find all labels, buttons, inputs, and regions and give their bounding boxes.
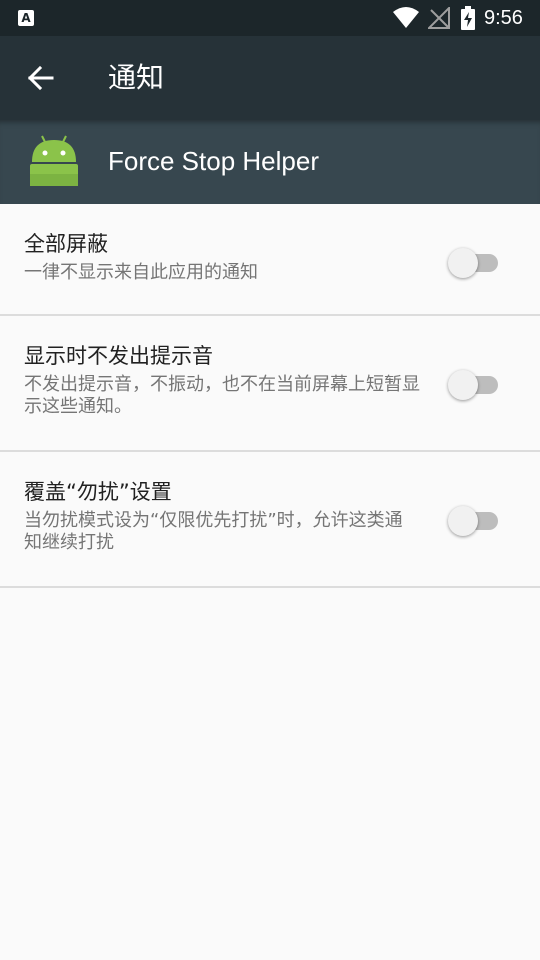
block-all-toggle[interactable] (448, 246, 502, 278)
status-bar: A 9:56 (0, 0, 540, 36)
setting-text: 显示时不发出提示音 不发出提示音，不振动，也不在当前屏幕上短暂显示这些通知。 (24, 342, 420, 418)
setting-title: 显示时不发出提示音 (24, 344, 213, 368)
status-time: 9:56 (484, 7, 523, 29)
toggle-thumb (448, 370, 478, 400)
toolbar: 通知 (0, 36, 540, 120)
setting-summary: 当勿扰模式设为“仅限优先打扰”时，允许这类通知继续打扰 (24, 510, 403, 553)
setting-block-all[interactable]: 全部屏蔽 一律不显示来自此应用的通知 (0, 204, 540, 316)
page-title: 通知 (108, 61, 165, 94)
setting-text: 覆盖“勿扰”设置 当勿扰模式设为“仅限优先打扰”时，允许这类通知继续打扰 (24, 478, 420, 554)
override-dnd-toggle[interactable] (448, 504, 502, 536)
setting-text: 全部屏蔽 一律不显示来自此应用的通知 (24, 230, 420, 284)
app-header: Force Stop Helper (0, 120, 540, 204)
toggle-thumb (448, 506, 478, 536)
android-icon (30, 135, 78, 186)
text-a-icon: A (18, 10, 34, 26)
no-signal-icon (428, 7, 450, 29)
setting-override-dnd[interactable]: 覆盖“勿扰”设置 当勿扰模式设为“仅限优先打扰”时，允许这类通知继续打扰 (0, 452, 540, 588)
setting-summary: 一律不显示来自此应用的通知 (24, 262, 258, 283)
app-name: Force Stop Helper (108, 146, 319, 176)
setting-title: 全部屏蔽 (24, 232, 108, 256)
setting-silent[interactable]: 显示时不发出提示音 不发出提示音，不振动，也不在当前屏幕上短暂显示这些通知。 (0, 316, 540, 452)
setting-title: 覆盖“勿扰”设置 (24, 480, 172, 504)
wifi-icon (393, 7, 419, 28)
silent-toggle[interactable] (448, 368, 502, 400)
back-button[interactable] (20, 58, 64, 98)
toggle-thumb (448, 248, 478, 278)
settings-list: 全部屏蔽 一律不显示来自此应用的通知 显示时不发出提示音 不发出提示音，不振动，… (0, 204, 540, 588)
setting-summary: 不发出提示音，不振动，也不在当前屏幕上短暂显示这些通知。 (24, 374, 420, 417)
battery-charging-icon (461, 6, 475, 30)
arrow-back-icon (27, 65, 54, 91)
